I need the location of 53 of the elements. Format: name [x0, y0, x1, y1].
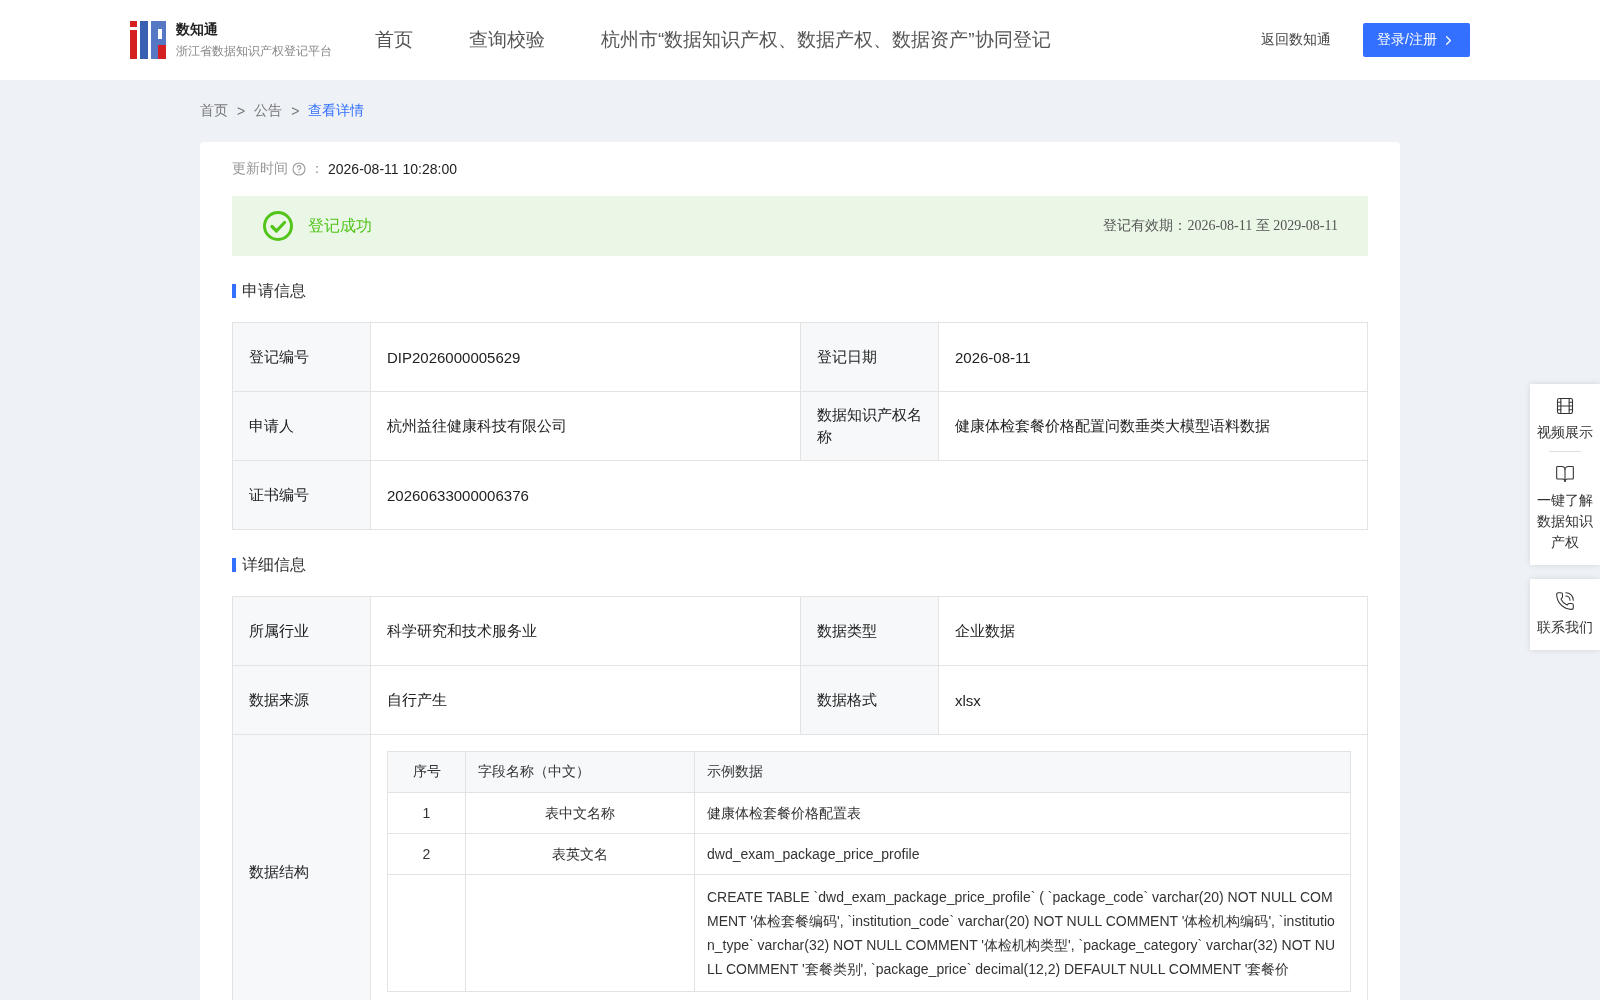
table-cell: 表英文名 — [465, 833, 695, 875]
field-label-cell: 申请人 — [233, 392, 371, 461]
field-label-cell: 数据结构 — [233, 735, 371, 1000]
field-label-cell: 数据类型 — [801, 597, 939, 666]
breadcrumb-link[interactable]: 公告 — [254, 102, 283, 120]
colon: ： — [310, 160, 324, 178]
side-link[interactable]: 联系我们 — [1537, 589, 1593, 640]
column-header: 序号 — [387, 751, 466, 793]
breadcrumb-separator: > — [237, 103, 246, 119]
column-header: 示例数据 — [694, 751, 1351, 793]
breadcrumb-link[interactable]: 查看详情 — [308, 102, 365, 120]
phone-icon — [1555, 591, 1575, 611]
side-link[interactable]: 视频展示 — [1537, 394, 1593, 445]
table-cell: CREATE TABLE `dwd_exam_package_price_profile` ( `package_code` varchar(20) NOT NULL COMMENT '体检套餐编码', `institution_code` varchar(20) NOT NULL COMMENT '体检机构编码', `institution_type` varchar(32) NOT NULL COMMENT '体检机构类型', `package_category` varchar(32) NOT NULL COMMENT '套餐类别', `package_price` decimal(12,2) DEFAULT NULL COMMENT '套餐价 — [694, 874, 1351, 992]
table-cell: 表中文名称 — [465, 792, 695, 834]
login-button[interactable]: 登录/注册 — [1363, 23, 1470, 57]
side-link[interactable]: 一键了解数据知识产权 — [1537, 462, 1593, 555]
section-title: 详细信息 — [232, 558, 1368, 572]
nav-link[interactable]: 查询校验 — [469, 27, 545, 53]
index-cell: 1 — [387, 792, 466, 834]
film-icon — [1555, 396, 1575, 416]
field-label-cell: 证书编号 — [233, 461, 371, 530]
breadcrumb-separator: > — [291, 103, 300, 119]
nav-link[interactable]: 杭州市“数据知识产权、数据产权、数据资产”协同登记 — [601, 27, 1051, 53]
section-title: 申请信息 — [232, 284, 1368, 298]
success-check-icon — [262, 210, 294, 242]
field-value-cell: xlsx — [939, 666, 1367, 735]
field-value-cell: 健康体检套餐价格配置问数垂类大模型语料数据 — [939, 392, 1367, 461]
validity-text: 登记有效期：2026-08-11 至 2029-08-11 — [1103, 217, 1338, 235]
field-label-cell: 数据来源 — [233, 666, 371, 735]
index-cell: 2 — [387, 833, 466, 875]
logo-title: 数知通 — [176, 20, 219, 39]
update-label: 更新时间 — [232, 160, 288, 178]
column-header: 字段名称（中文） — [465, 751, 695, 793]
field-label-cell: 数据格式 — [801, 666, 939, 735]
field-label-cell: 数据知识产权名称 — [801, 392, 939, 461]
field-value-cell: 20260633000006376 — [371, 461, 1367, 530]
field-label-cell: 登记日期 — [801, 323, 939, 392]
help-icon[interactable] — [292, 162, 306, 176]
field-label-cell: 所属行业 — [233, 597, 371, 666]
update-time: 2026-08-11 10:28:00 — [328, 161, 457, 177]
breadcrumb-link[interactable]: 首页 — [200, 102, 228, 120]
back-link[interactable]: 返回数知通 — [1261, 31, 1332, 49]
table-cell: 健康体检套餐价格配置表 — [694, 792, 1351, 834]
logo-subtitle: 浙江省数据知识产权登记平台 — [176, 42, 332, 60]
book-icon — [1555, 464, 1575, 484]
field-value-cell: 2026-08-11 — [939, 323, 1367, 392]
logo-icon — [130, 21, 166, 59]
status-text: 登记成功 — [308, 215, 373, 236]
field-label-cell: 登记编号 — [233, 323, 371, 392]
table-cell: dwd_exam_package_price_profile — [694, 833, 1351, 875]
nav-link[interactable]: 首页 — [375, 27, 413, 53]
field-value-cell: 企业数据 — [939, 597, 1367, 666]
